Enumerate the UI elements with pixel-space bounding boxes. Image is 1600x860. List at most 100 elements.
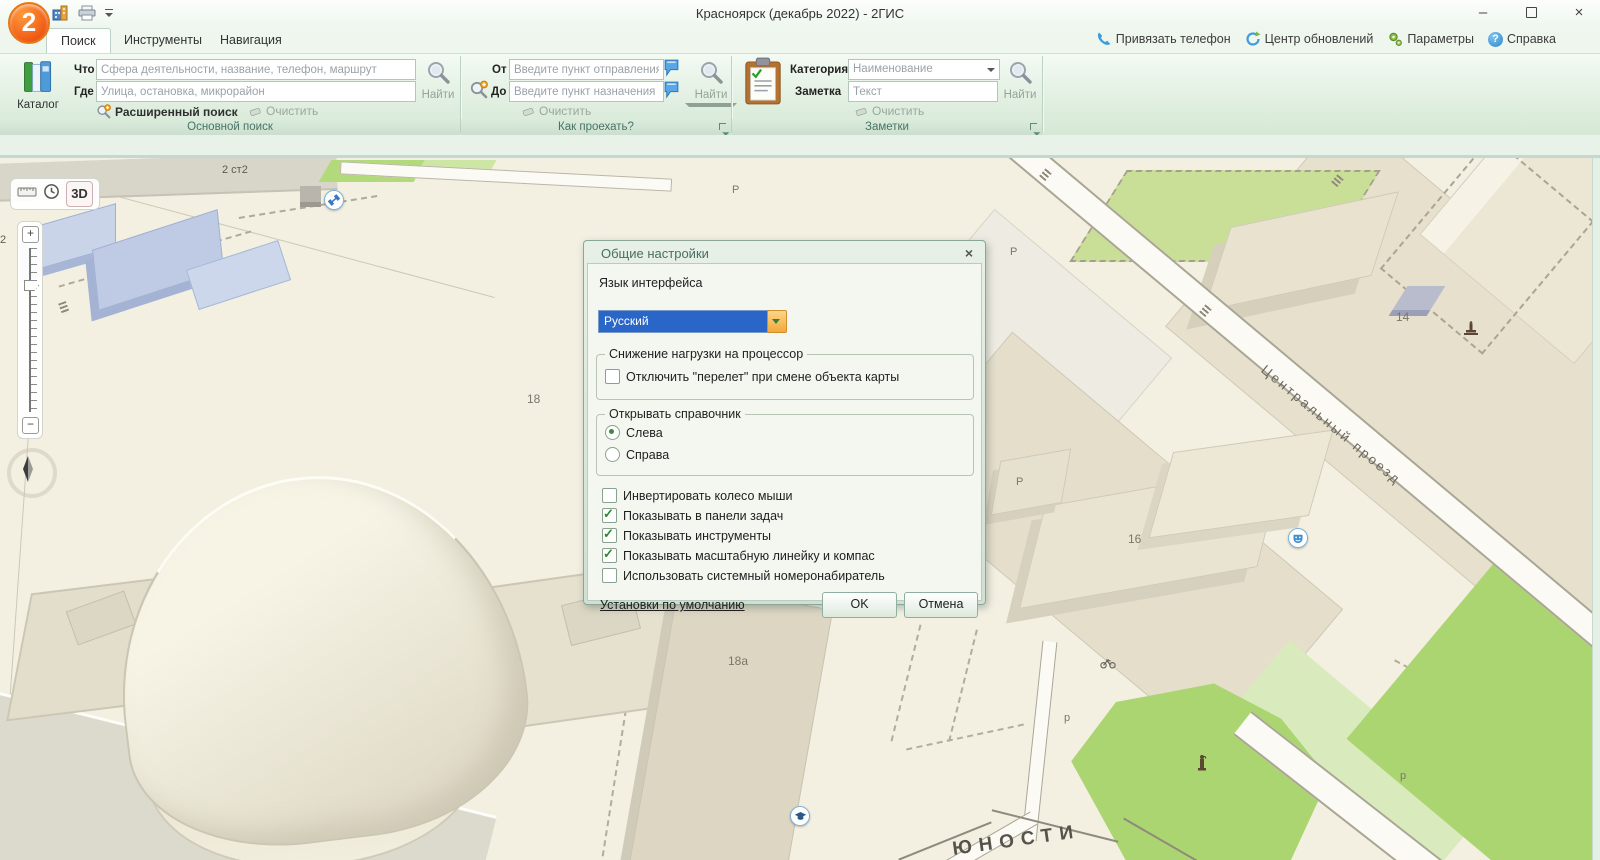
attraction-icon[interactable] — [1462, 320, 1480, 343]
cpu-groupbox: Снижение нагрузки на процессор Отключить… — [596, 347, 974, 400]
checkbox[interactable] — [602, 546, 617, 563]
checkbox-row[interactable]: Использовать системный номеронабиратель — [602, 568, 885, 583]
time-zones-icon[interactable] — [43, 183, 60, 205]
link-label: Справка — [1506, 32, 1556, 46]
radio-row-right[interactable]: Справа — [605, 447, 669, 462]
cpu-group-title: Снижение нагрузки на процессор — [605, 347, 808, 361]
map-building-small — [300, 186, 321, 207]
monument-icon[interactable] — [1194, 754, 1210, 777]
bicycle-parking-icon[interactable] — [1100, 656, 1116, 674]
building-label-16: 16 — [1128, 532, 1142, 546]
link-bind-phone[interactable]: Привязать телефон — [1096, 31, 1231, 47]
ribbon-tab-row: Поиск Инструменты Навигация Привязать те… — [0, 28, 1600, 54]
building-label-2st2: 2 ст2 — [222, 164, 248, 176]
find-button-search[interactable]: Найти — [412, 57, 464, 117]
close-button[interactable]: × — [1568, 4, 1590, 22]
map-arena-dome — [97, 452, 543, 860]
window-title: Красноярск (декабрь 2022) - 2ГИС — [695, 6, 905, 21]
checkbox-label: Использовать системный номеронабиратель — [623, 568, 885, 583]
building-label-2: 2 — [0, 234, 7, 246]
ruler-icon[interactable] — [17, 185, 37, 203]
category-combo[interactable]: Наименование — [848, 59, 1000, 80]
header-links: Привязать телефон Центр обновлений Парам… — [1096, 31, 1556, 47]
defaults-link[interactable]: Установки по умолчанию — [600, 598, 745, 612]
eraser-icon — [855, 108, 867, 116]
radio-row-left[interactable]: Слева — [605, 425, 663, 440]
notes-clipboard-icon — [742, 56, 784, 113]
to-input[interactable] — [509, 81, 664, 102]
from-flag-icon[interactable] — [663, 58, 680, 82]
radio[interactable] — [605, 447, 620, 462]
education-icon[interactable] — [790, 806, 810, 826]
advanced-search-label: Расширенный поиск — [115, 105, 238, 119]
map-building-block — [1148, 429, 1334, 539]
magnifier-plus-icon — [97, 104, 111, 119]
app-logo-2gis[interactable]: 2 — [8, 2, 50, 44]
clear-notes-button[interactable]: Очистить — [854, 104, 924, 118]
minimize-button[interactable]: – — [1472, 4, 1494, 22]
language-label: Язык интерфейса — [599, 276, 703, 290]
advanced-search-button[interactable]: Расширенный поиск — [96, 104, 238, 120]
link-options[interactable]: Параметры — [1387, 31, 1474, 47]
dialog-close-button[interactable]: × — [965, 245, 973, 261]
language-combo-dropdown-button[interactable] — [767, 310, 787, 333]
print-icon[interactable] — [78, 5, 96, 21]
find-button-route[interactable]: Найти — [685, 57, 737, 117]
checkbox[interactable] — [602, 488, 617, 503]
ribbon-group-route: От До Очистить Найти Как проехать? — [461, 54, 737, 135]
checkbox[interactable] — [602, 506, 617, 523]
find-button-notes[interactable]: Найти — [994, 57, 1046, 117]
link-help[interactable]: ? Справка — [1487, 31, 1556, 47]
settings-dialog: Общие настройки × Язык интерфейса Русски… — [583, 240, 986, 618]
quick-access-toolbar — [52, 5, 114, 21]
building-label-18: 18 — [527, 392, 541, 406]
link-update-center[interactable]: Центр обновлений — [1245, 31, 1373, 47]
to-flag-icon[interactable] — [663, 80, 680, 104]
tab-tools[interactable]: Инструменты — [110, 28, 216, 53]
map-3d-button[interactable]: 3D — [66, 181, 93, 207]
language-combo[interactable]: Русский — [598, 310, 773, 333]
note-input[interactable] — [848, 81, 998, 102]
parking-label: p — [1400, 770, 1407, 782]
tab-navigation[interactable]: Навигация — [206, 28, 296, 53]
zoom-slider: + − — [17, 221, 43, 439]
ok-button[interactable]: OK — [822, 592, 897, 618]
maximize-button[interactable] — [1520, 4, 1542, 22]
zoom-in-button[interactable]: + — [22, 226, 39, 243]
cancel-button[interactable]: Отмена — [904, 592, 978, 618]
clear-search-button[interactable]: Очистить — [248, 104, 318, 118]
fitness-icon[interactable] — [324, 190, 344, 210]
checkbox-row[interactable]: Показывать инструменты — [602, 526, 771, 543]
checkbox-row[interactable]: Показывать в панели задач — [602, 506, 783, 523]
map-building-icon[interactable] — [52, 5, 70, 21]
phone-icon — [1096, 31, 1112, 47]
title-bar: Красноярск (декабрь 2022) - 2ГИС — [0, 0, 1600, 28]
link-label: Привязать телефон — [1115, 32, 1231, 46]
clear-route-button[interactable]: Очистить — [521, 104, 591, 118]
what-input[interactable] — [96, 59, 416, 80]
zoom-ticks — [31, 248, 37, 412]
radio[interactable] — [605, 425, 620, 440]
compass-needle-icon — [28, 456, 33, 482]
checkbox[interactable] — [605, 369, 620, 384]
dialog-launcher-notes[interactable] — [1029, 122, 1040, 133]
from-input[interactable] — [509, 59, 664, 80]
catalog-button[interactable]: Каталог — [12, 57, 64, 117]
where-input[interactable] — [96, 81, 416, 102]
ribbon: Каталог Что Где Расширенный поиск Очисти… — [0, 53, 1600, 137]
checkbox[interactable] — [602, 526, 617, 543]
checkbox[interactable] — [602, 568, 617, 583]
reference-groupbox: Открывать справочник Слева Справа — [596, 407, 974, 476]
tab-search[interactable]: Поиск — [46, 28, 111, 54]
cpu-checkbox-row[interactable]: Отключить "перелет" при смене объекта ка… — [605, 369, 899, 384]
zoom-out-button[interactable]: − — [22, 417, 39, 434]
customize-quick-access-icon[interactable] — [104, 7, 114, 19]
checkbox-row[interactable]: Показывать масштабную линейку и компас — [602, 546, 875, 563]
parking-label: P — [732, 184, 740, 196]
checkbox-row[interactable]: Инвертировать колесо мыши — [602, 488, 792, 503]
gears-icon — [1387, 31, 1403, 47]
compass[interactable] — [7, 448, 57, 498]
app-window: Красноярск (декабрь 2022) - 2ГИС 2 – × П… — [0, 0, 1600, 860]
theatre-icon[interactable] — [1288, 528, 1308, 548]
dialog-launcher-route[interactable] — [718, 122, 729, 133]
